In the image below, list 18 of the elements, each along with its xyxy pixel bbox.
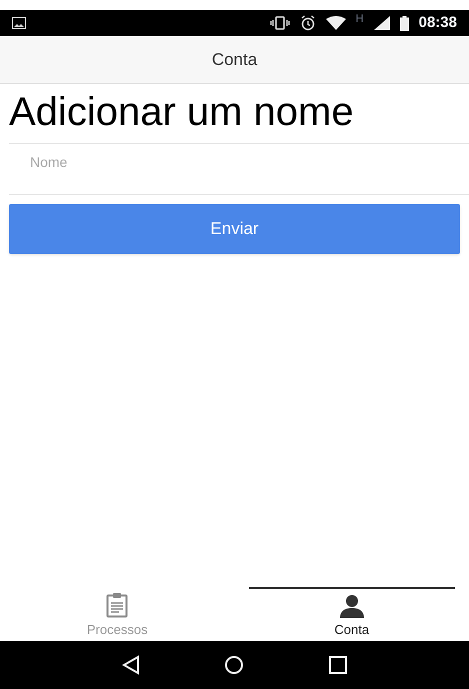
alarm-icon [300,15,316,31]
status-time: 08:38 [418,12,457,33]
page-title: Adicionar um nome [9,89,355,136]
name-field[interactable]: Nome [9,144,469,180]
home-icon[interactable] [224,655,244,675]
network-type: H [356,12,364,27]
recents-icon[interactable] [328,656,347,674]
vibrate-icon [270,16,290,30]
submit-button[interactable]: Enviar [9,204,460,254]
person-icon [338,594,365,618]
clipboard-icon [106,592,128,618]
signal-icon [374,16,390,30]
header-title: Conta [212,48,258,71]
tab-button[interactable]: Processos [14,587,220,641]
battery-icon [400,16,409,30]
wifi-icon [326,16,346,30]
back-icon[interactable] [122,655,140,675]
image-icon [12,17,26,29]
